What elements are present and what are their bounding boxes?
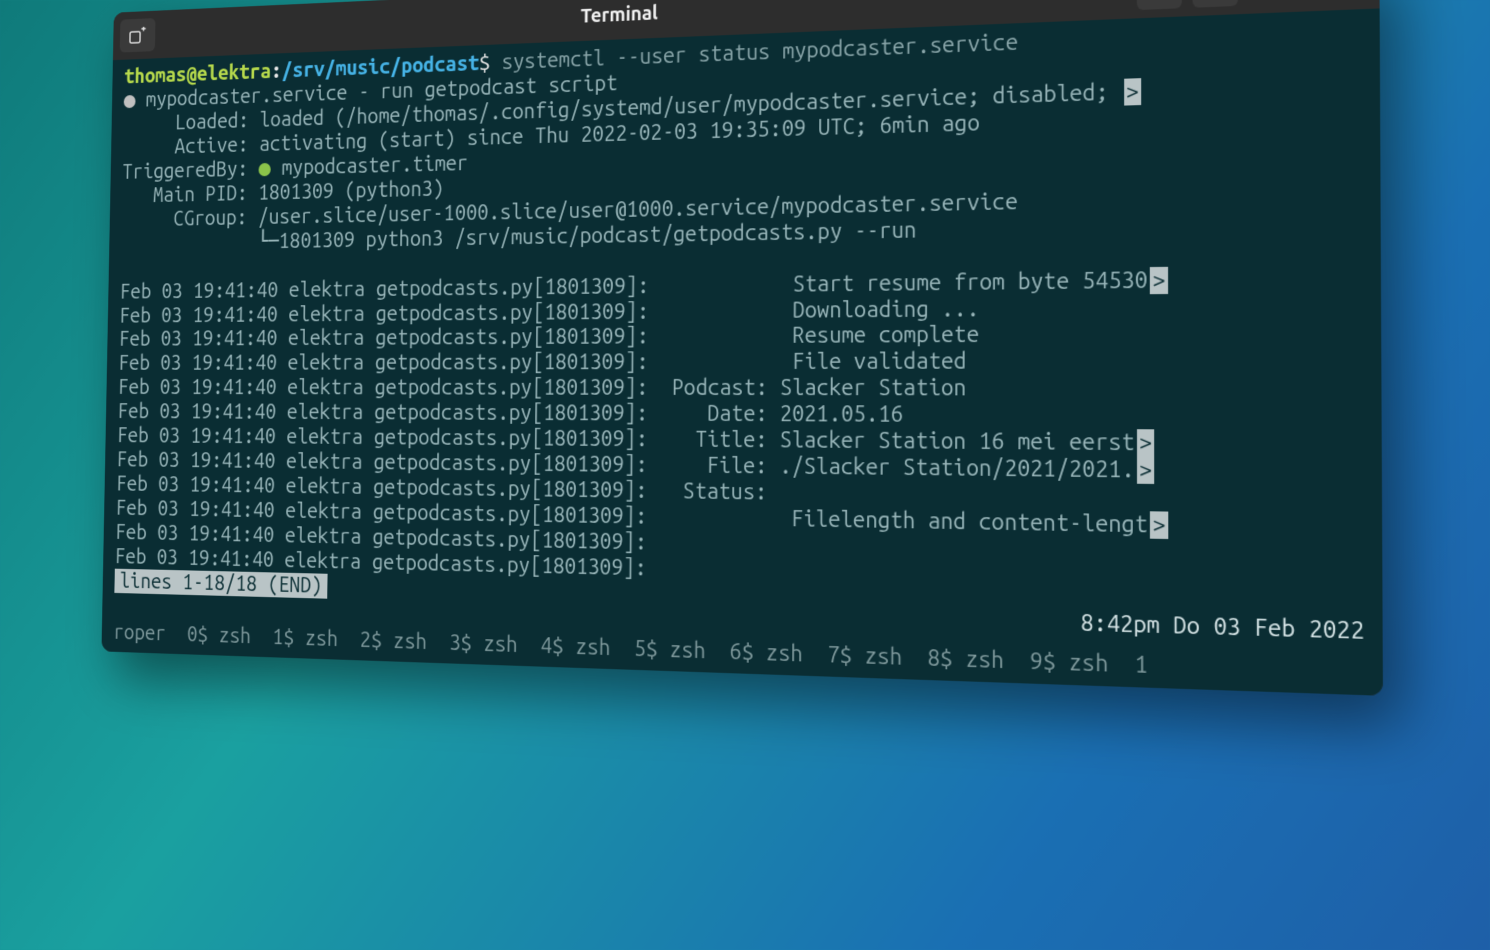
truncation-mark-icon: > bbox=[1150, 511, 1168, 539]
active-label: Active: bbox=[123, 132, 260, 159]
truncation-mark-icon: > bbox=[1150, 266, 1168, 293]
journal-message: Podcast: Slacker Station bbox=[660, 375, 966, 401]
journal-block: Feb 03 19:41:40 elektra getpodcasts.py[1… bbox=[115, 264, 1383, 600]
journal-prefix: Feb 03 19:41:40 elektra getpodcasts.py[1… bbox=[118, 400, 660, 426]
new-tab-icon bbox=[129, 27, 146, 44]
cgroup-label: CGroup: bbox=[121, 205, 258, 231]
journal-message: Status: bbox=[659, 478, 767, 504]
journal-prefix: Feb 03 19:41:40 elektra getpodcasts.py[1… bbox=[119, 298, 660, 326]
maximize-button[interactable] bbox=[1293, 0, 1331, 3]
journal-prefix: Feb 03 19:41:40 elektra getpodcasts.py[1… bbox=[118, 375, 660, 400]
tmux-window[interactable]: 2$ zsh bbox=[338, 627, 427, 654]
tmux-window[interactable]: 3$ zsh bbox=[427, 630, 518, 657]
truncation-mark-icon: > bbox=[1124, 78, 1141, 105]
tmux-window[interactable]: 1$ zsh bbox=[251, 624, 338, 651]
tmux-window[interactable]: 7$ zsh bbox=[803, 641, 903, 670]
hamburger-menu-button[interactable] bbox=[1193, 0, 1239, 8]
journal-prefix: Feb 03 19:41:40 elektra getpodcasts.py[1… bbox=[117, 424, 660, 452]
prompt-sep: : bbox=[271, 59, 282, 83]
terminal-window: Terminal bbox=[101, 0, 1382, 696]
timer-active-dot-icon bbox=[259, 163, 271, 176]
terminal-viewport[interactable]: thomas@elektra:/srv/music/podcast$ syste… bbox=[101, 8, 1382, 695]
triggeredby-label: TriggeredBy: bbox=[122, 157, 259, 184]
journal-message: Date: 2021.05.16 bbox=[660, 401, 904, 427]
minimize-button[interactable] bbox=[1249, 0, 1286, 4]
mainpid-value: 1801309 (python3) bbox=[258, 176, 444, 204]
new-tab-button[interactable] bbox=[120, 18, 156, 52]
journal-prefix: Feb 03 19:41:40 elektra getpodcasts.py[1… bbox=[119, 350, 661, 375]
mainpid-label: Main PID: bbox=[122, 181, 259, 207]
journal-message: Start resume from byte 54530 bbox=[661, 267, 1148, 298]
tmux-tail: 1 bbox=[1108, 650, 1148, 678]
journal-message: Title: Slacker Station 16 mei eerst bbox=[660, 427, 1135, 456]
journal-line: Feb 03 19:41:40 elektra getpodcasts.py[1… bbox=[119, 347, 1382, 376]
window-title: Terminal bbox=[581, 1, 658, 27]
triggeredby-value: mypodcaster.timer bbox=[271, 151, 469, 180]
tmux-window-list: 0$ zsh 1$ zsh 2$ zsh 3$ zsh 4$ zsh 5$ zs… bbox=[166, 622, 1109, 677]
search-button[interactable] bbox=[1137, 0, 1182, 10]
journal-prefix: Feb 03 19:41:40 elektra getpodcasts.py[1… bbox=[119, 324, 661, 351]
journal-message: Downloading ... bbox=[661, 295, 980, 323]
tmux-window[interactable]: 4$ zsh bbox=[518, 632, 611, 660]
journal-message: Resume complete bbox=[660, 322, 979, 349]
pager-status: lines 1-18/18 (END) bbox=[114, 569, 327, 599]
journal-line: Feb 03 19:41:40 elektra getpodcasts.py[1… bbox=[118, 375, 1381, 403]
tmux-clock: 8:42pm Do 03 Feb 2022 bbox=[1081, 610, 1365, 646]
truncation-mark-icon: > bbox=[1137, 430, 1155, 457]
prompt-sigil: $ bbox=[479, 50, 491, 74]
tmux-session-name: roper bbox=[113, 620, 166, 645]
truncation-mark-icon: > bbox=[1137, 457, 1155, 484]
loaded-label: Loaded: bbox=[123, 108, 260, 136]
service-state-dot-icon bbox=[124, 95, 136, 108]
tmux-window[interactable]: 6$ zsh bbox=[705, 638, 802, 666]
tmux-window[interactable]: 8$ zsh bbox=[902, 644, 1004, 673]
tmux-window[interactable]: 9$ zsh bbox=[1004, 647, 1108, 677]
tmux-window[interactable]: 5$ zsh bbox=[610, 635, 705, 663]
journal-message: File validated bbox=[660, 349, 966, 375]
tmux-window[interactable]: 0$ zsh bbox=[166, 622, 252, 648]
